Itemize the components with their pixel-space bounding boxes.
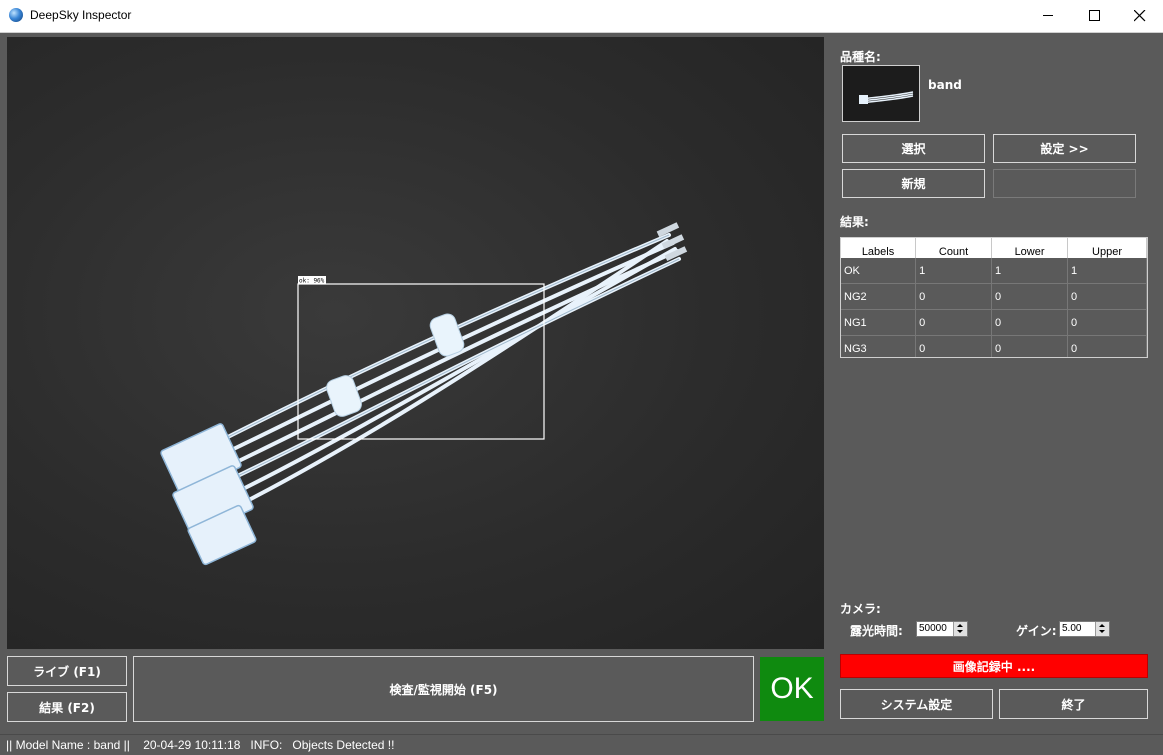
new-product-button[interactable]: 新規 [842, 169, 985, 198]
product-section-label: 品種名: [840, 50, 881, 64]
column-header-count: Count [915, 238, 993, 258]
table-row[interactable]: OK 1 1 1 [841, 258, 1147, 284]
row-count: 0 [915, 309, 993, 336]
camera-view: ok: 96% [7, 37, 824, 649]
row-upper: 0 [1067, 335, 1147, 357]
row-upper: 0 [1067, 283, 1147, 310]
live-button[interactable]: ライブ (F1) [7, 656, 127, 686]
product-name: band [928, 78, 962, 92]
recording-status-banner: 画像記録中 .... [840, 654, 1148, 678]
gain-spinbox[interactable]: 5.00 [1059, 621, 1110, 637]
status-bar: || Model Name : band || 20-04-29 10:11:1… [0, 734, 1163, 755]
product-settings-button[interactable]: 設定 >> [993, 134, 1136, 163]
close-icon [1134, 10, 1146, 22]
status-text: || Model Name : band || 20-04-29 10:11:1… [6, 738, 395, 752]
column-header-labels: Labels [841, 238, 917, 258]
empty-button [993, 169, 1136, 198]
table-row[interactable]: NG3 0 0 0 [841, 335, 1147, 357]
row-lower: 0 [991, 283, 1069, 310]
spin-arrows-icon[interactable] [953, 622, 967, 636]
row-count: 0 [915, 335, 993, 357]
window-title: DeepSky Inspector [30, 8, 132, 22]
minimize-button[interactable] [1025, 0, 1071, 32]
exposure-value: 50000 [919, 623, 947, 634]
exit-button[interactable]: 終了 [999, 689, 1148, 719]
app-logo-icon [9, 8, 23, 22]
product-thumbnail [842, 65, 920, 122]
detection-label: ok: 96% [299, 278, 325, 285]
row-lower: 0 [991, 335, 1069, 357]
camera-section-label: カメラ: [840, 602, 881, 616]
column-header-upper: Upper [1067, 238, 1147, 258]
camera-image: ok: 96% [160, 222, 688, 566]
row-count: 1 [915, 258, 993, 284]
row-label: NG3 [841, 335, 917, 357]
title-bar: DeepSky Inspector [0, 0, 1163, 33]
column-header-lower: Lower [991, 238, 1069, 258]
row-label: NG2 [841, 283, 917, 310]
system-settings-button[interactable]: システム設定 [840, 689, 993, 719]
row-label: NG1 [841, 309, 917, 336]
table-row[interactable]: NG1 0 0 0 [841, 309, 1147, 336]
row-lower: 1 [991, 258, 1069, 284]
exposure-label: 露光時間: [850, 624, 903, 638]
results-header-row: Labels Count Lower Upper [841, 238, 1147, 258]
gain-label: ゲイン: [1016, 624, 1057, 638]
row-count: 0 [915, 283, 993, 310]
product-thumbnail-image [859, 91, 914, 104]
maximize-button[interactable] [1071, 0, 1117, 32]
row-lower: 0 [991, 309, 1069, 336]
row-label: OK [841, 258, 917, 284]
judgement-indicator: OK [760, 657, 824, 721]
gain-value: 5.00 [1062, 623, 1082, 634]
results-section-label: 結果: [840, 215, 869, 229]
result-button[interactable]: 結果 (F2) [7, 692, 127, 722]
exposure-spinbox[interactable]: 50000 [916, 621, 968, 637]
close-button[interactable] [1117, 0, 1163, 32]
spin-arrows-icon[interactable] [1095, 622, 1109, 636]
row-upper: 1 [1067, 258, 1147, 284]
row-upper: 0 [1067, 309, 1147, 336]
table-row[interactable]: NG2 0 0 0 [841, 283, 1147, 310]
select-product-button[interactable]: 選択 [842, 134, 985, 163]
results-table: Labels Count Lower Upper OK 1 1 1 NG2 0 … [840, 237, 1148, 358]
inspect-start-button[interactable]: 検査/監視開始 (F5) [133, 656, 754, 722]
